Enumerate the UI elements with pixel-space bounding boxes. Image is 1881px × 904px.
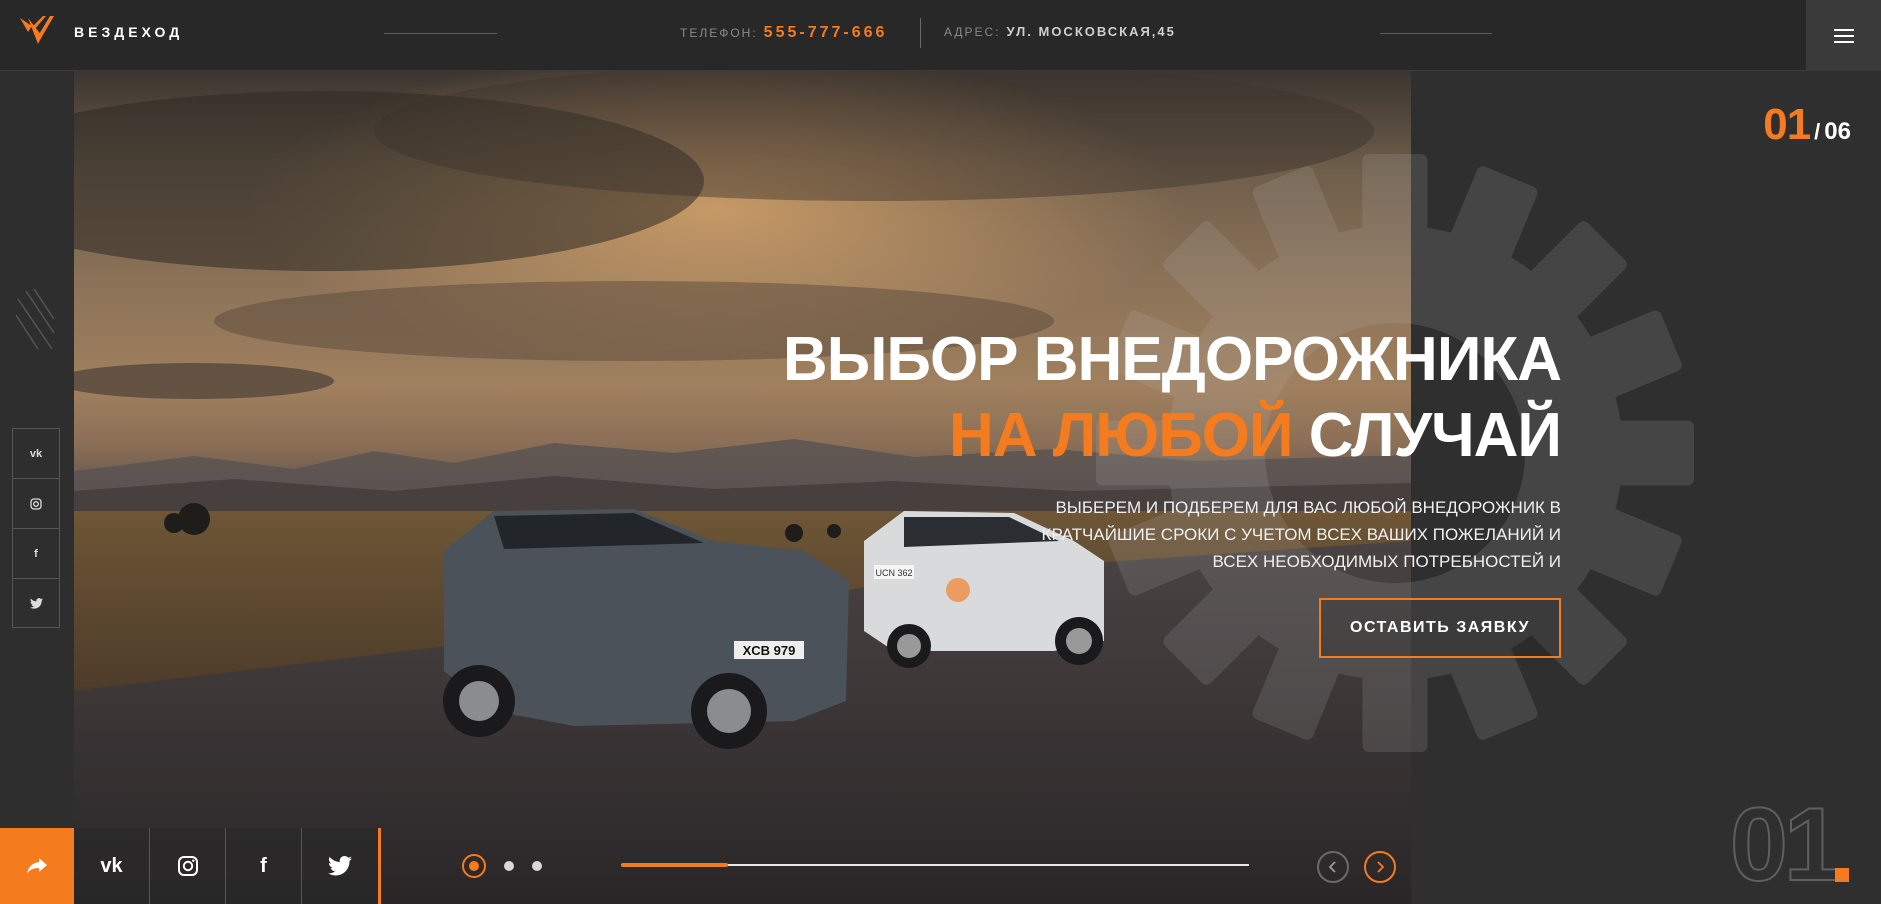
current-slide-number: 01 bbox=[1763, 100, 1811, 149]
big-number-dot bbox=[1835, 868, 1849, 882]
vk-icon[interactable]: vk bbox=[12, 428, 60, 478]
address-value: УЛ. МОСКОВСКАЯ,45 bbox=[1006, 24, 1176, 39]
hero-headline: ВЫБОР ВНЕДОРОЖНИКА НА ЛЮБОЙ СЛУЧАЙ bbox=[782, 322, 1562, 474]
submit-request-button[interactable]: ОСТАВИТЬ ЗАЯВКУ bbox=[1319, 598, 1561, 658]
header-divider-line bbox=[1380, 33, 1492, 34]
next-slide-button[interactable] bbox=[1364, 851, 1396, 883]
phone-label: ТЕЛЕФОН: bbox=[680, 26, 758, 40]
social-links-bottom: vk f bbox=[74, 828, 381, 904]
share-button[interactable] bbox=[0, 828, 74, 904]
headline-rest: СЛУЧАЙ bbox=[1292, 401, 1562, 470]
slide-progress-fill bbox=[621, 863, 728, 867]
hamburger-icon bbox=[1833, 28, 1854, 43]
decorative-slashes-icon bbox=[16, 289, 55, 350]
brand-name[interactable]: ВЕЗДЕХОД bbox=[74, 24, 183, 40]
headline-accent: НА ЛЮБОЙ bbox=[948, 401, 1294, 470]
contact-separator bbox=[920, 18, 921, 48]
facebook-icon[interactable]: f bbox=[226, 828, 302, 904]
counter-separator: / bbox=[1814, 119, 1821, 144]
instagram-icon[interactable] bbox=[12, 478, 60, 528]
slider-dot[interactable] bbox=[504, 861, 514, 871]
prev-slide-button[interactable] bbox=[1317, 851, 1349, 883]
total-slides-number: 06 bbox=[1824, 118, 1851, 145]
big-slide-number: 01 bbox=[1729, 786, 1843, 904]
vk-icon[interactable]: vk bbox=[74, 828, 150, 904]
slide-counter: 01/06 bbox=[1763, 100, 1851, 150]
chevron-left-icon bbox=[1328, 861, 1336, 873]
rear-plate-text: UCN 362 bbox=[875, 568, 912, 578]
slider-dots bbox=[462, 854, 542, 878]
logo-icon[interactable] bbox=[18, 14, 56, 50]
address-contact: АДРЕС: УЛ. МОСКОВСКАЯ,45 bbox=[944, 24, 1176, 39]
hero-accent-dot bbox=[946, 578, 970, 602]
social-links-vertical: vk f bbox=[12, 428, 60, 628]
site-header: ВЕЗДЕХОД ТЕЛЕФОН: 555-777-666 АДРЕС: УЛ. М… bbox=[0, 0, 1881, 71]
twitter-icon[interactable] bbox=[302, 828, 378, 904]
facebook-icon[interactable]: f bbox=[12, 528, 60, 578]
share-icon bbox=[27, 858, 47, 874]
instagram-icon[interactable] bbox=[150, 828, 226, 904]
hero-subtext: ВЫБЕРЕМ И ПОДБЕРЕМ ДЛЯ ВАС ЛЮБОЙ ВНЕДОРО… bbox=[1041, 498, 1561, 571]
phone-contact[interactable]: ТЕЛЕФОН: 555-777-666 bbox=[680, 24, 887, 42]
front-plate-text: XCB 979 bbox=[743, 643, 796, 658]
header-divider-line bbox=[384, 33, 497, 34]
phone-value[interactable]: 555-777-666 bbox=[764, 24, 888, 41]
chevron-right-icon bbox=[1377, 861, 1385, 873]
twitter-icon[interactable] bbox=[12, 578, 60, 628]
slide-progress-bar bbox=[621, 863, 1249, 867]
slider-dot-active[interactable] bbox=[462, 854, 486, 878]
headline-line-2: НА ЛЮБОЙ СЛУЧАЙ bbox=[783, 398, 1562, 474]
address-label: АДРЕС: bbox=[944, 25, 1001, 39]
slider-dot[interactable] bbox=[532, 861, 542, 871]
headline-line-1: ВЫБОР ВНЕДОРОЖНИКА bbox=[782, 325, 1562, 394]
menu-button[interactable] bbox=[1806, 0, 1881, 71]
